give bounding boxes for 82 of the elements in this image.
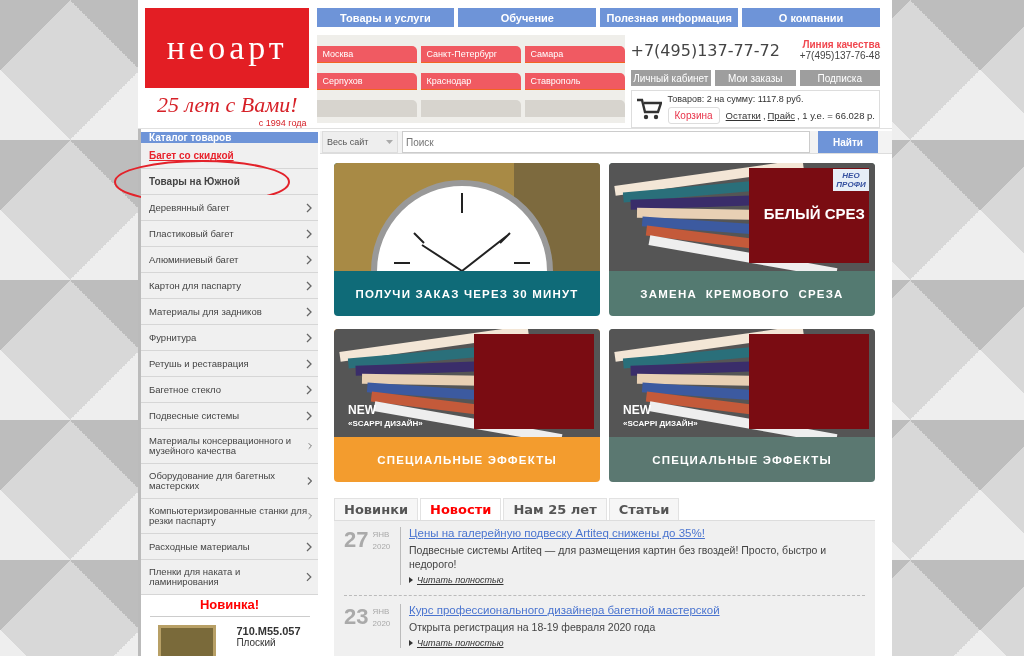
chevron-right-icon — [306, 280, 312, 291]
news-year: 2020 — [372, 542, 391, 551]
product-name: Плоский — [236, 637, 277, 648]
catalog-item[interactable]: Материалы для задников — [141, 299, 318, 325]
cart-link[interactable]: Прайс — [767, 110, 795, 121]
new-product-title: Новинка! — [149, 597, 310, 617]
promo-banner[interactable]: ПОЛУЧИ ЗАКАЗ ЧЕРЕЗ 30 МИНУТ — [334, 163, 600, 316]
banner-subtitle: «SCAPPI ДИЗАЙН» — [348, 419, 423, 428]
catalog-item[interactable]: Оборудование для багетных мастерских — [141, 464, 318, 499]
currency-rate: , 1 у.е. = 66.028 р. — [797, 110, 875, 121]
catalog-item[interactable]: Картон для паспарту — [141, 273, 318, 299]
read-more-link[interactable]: Читать полностью — [417, 575, 504, 585]
chevron-right-icon — [306, 358, 312, 369]
banner-heading: БЕЛЫЙ СРЕЗ — [763, 205, 865, 222]
catalog-item[interactable]: Алюминиевый багет — [141, 247, 318, 273]
shopping-cart-icon — [635, 97, 662, 121]
catalog-item[interactable]: Товары на Южной — [141, 169, 318, 195]
chevron-right-icon — [306, 572, 312, 582]
catalog-item[interactable]: Пленки для наката и ламинирования — [141, 560, 318, 595]
banner-caption: СПЕЦИАЛЬНЫЕ ЭФФЕКТЫ — [376, 452, 558, 468]
catalog-item[interactable]: Подвесные системы — [141, 403, 318, 429]
new-label: NEW — [348, 403, 376, 417]
chevron-right-icon — [306, 541, 312, 552]
news-title-link[interactable]: Цены на галерейную подвеску Artiteq снижены до 35%! — [409, 527, 865, 539]
chevron-right-icon — [306, 306, 312, 317]
catalog-item[interactable]: Компьютеризированные станки для резки паспарту — [141, 499, 318, 534]
news-summary: Подвесные системы Artiteq — для размещения картин без гвоздей! Просто, быстро и недорого! — [409, 543, 828, 571]
brand-logo[interactable]: неоарт — [145, 8, 310, 88]
cart-button[interactable]: Корзина — [667, 107, 720, 124]
banner-logo: НЕО ПРОФИ — [833, 169, 869, 191]
news-day: 23 — [344, 604, 369, 628]
news-tab[interactable]: Статьи — [608, 498, 680, 520]
catalog-item[interactable]: Фурнитура — [141, 325, 318, 351]
bullet-triangle-icon — [409, 640, 413, 646]
bullet-triangle-icon — [409, 577, 413, 583]
catalog-item[interactable]: Багетное стекло — [141, 377, 318, 403]
cart-link[interactable]: Остатки — [725, 110, 761, 121]
chevron-right-icon — [307, 511, 312, 521]
product-code: 710.M55.057 — [236, 625, 301, 637]
scope-select[interactable]: Весь сайт — [322, 131, 398, 153]
news-tab[interactable]: Нам 25 лет — [503, 498, 607, 520]
news-year: 2020 — [372, 619, 391, 628]
new-label: NEW — [623, 403, 651, 417]
cart-summary: Товаров: 2 на сумму: 1117.8 руб. — [667, 94, 805, 104]
comma-separator: , — [762, 110, 766, 121]
banner-caption: СПЕЦИАЛЬНЫЕ ЭФФЕКТЫ — [651, 452, 833, 468]
catalog-item[interactable]: Деревянный багет — [141, 195, 318, 221]
catalog-item[interactable]: Расходные материалы — [141, 534, 318, 560]
chevron-right-icon — [307, 441, 312, 451]
chevron-right-icon — [306, 332, 312, 343]
chevron-right-icon — [306, 476, 312, 486]
since-year: с 1994 года — [258, 118, 307, 128]
catalog-item[interactable]: Пластиковый багет — [141, 221, 318, 247]
news-month: ЯНВ — [372, 530, 391, 539]
banner-caption: ЗАМЕНА КРЕМОВОГО СРЕЗА — [639, 286, 845, 302]
catalog-item[interactable]: Ретушь и реставрация — [141, 351, 318, 377]
chevron-right-icon — [306, 228, 312, 239]
news-day: 27 — [344, 527, 369, 551]
caret-icon — [386, 140, 393, 144]
chevron-right-icon — [306, 254, 312, 265]
search-field[interactable]: Поиск — [402, 131, 810, 153]
news-month: ЯНВ — [372, 607, 391, 616]
news-summary: Открыта регистрация на 18-19 февраля 2020 года — [409, 620, 657, 634]
catalog-title: Каталог товаров — [141, 132, 318, 143]
quality-phone: +7(495)137-76-48 — [799, 50, 880, 61]
promo-banner[interactable]: NEW «SCAPPI ДИЗАЙН» СПЕЦИАЛЬНЫЕ ЭФФЕКТЫ — [609, 329, 875, 482]
phone-number: +7(495)137-77-72 — [630, 40, 780, 60]
chevron-right-icon — [306, 202, 312, 213]
banner-caption: ПОЛУЧИ ЗАКАЗ ЧЕРЕЗ 30 МИНУТ — [354, 286, 580, 302]
news-title-link[interactable]: Курс профессионального дизайнера багетной мастерской — [409, 604, 865, 616]
promo-banner[interactable]: NEW «SCAPPI ДИЗАЙН» СПЕЦИАЛЬНЫЕ ЭФФЕКТЫ — [334, 329, 600, 482]
chevron-right-icon — [306, 384, 312, 395]
promo-banner[interactable]: НЕО ПРОФИ БЕЛЫЙ СРЕЗ ЗАМЕНА КРЕМОВОГО СРЕЗА — [609, 163, 875, 316]
news-tab[interactable]: Новинки — [334, 498, 419, 520]
anniversary-tagline: 25 лет с Вами! — [156, 92, 298, 118]
read-more-link[interactable]: Читать полностью — [417, 638, 504, 648]
news-tab[interactable]: Новости — [420, 498, 502, 520]
quality-line-label: Линия качества — [802, 39, 880, 50]
banner-subtitle: «SCAPPI ДИЗАЙН» — [623, 419, 698, 428]
chevron-right-icon — [306, 410, 312, 421]
catalog-item[interactable]: Багет со скидкой — [141, 143, 318, 169]
catalog-item[interactable]: Материалы консервационного и музейного качества — [141, 429, 318, 464]
